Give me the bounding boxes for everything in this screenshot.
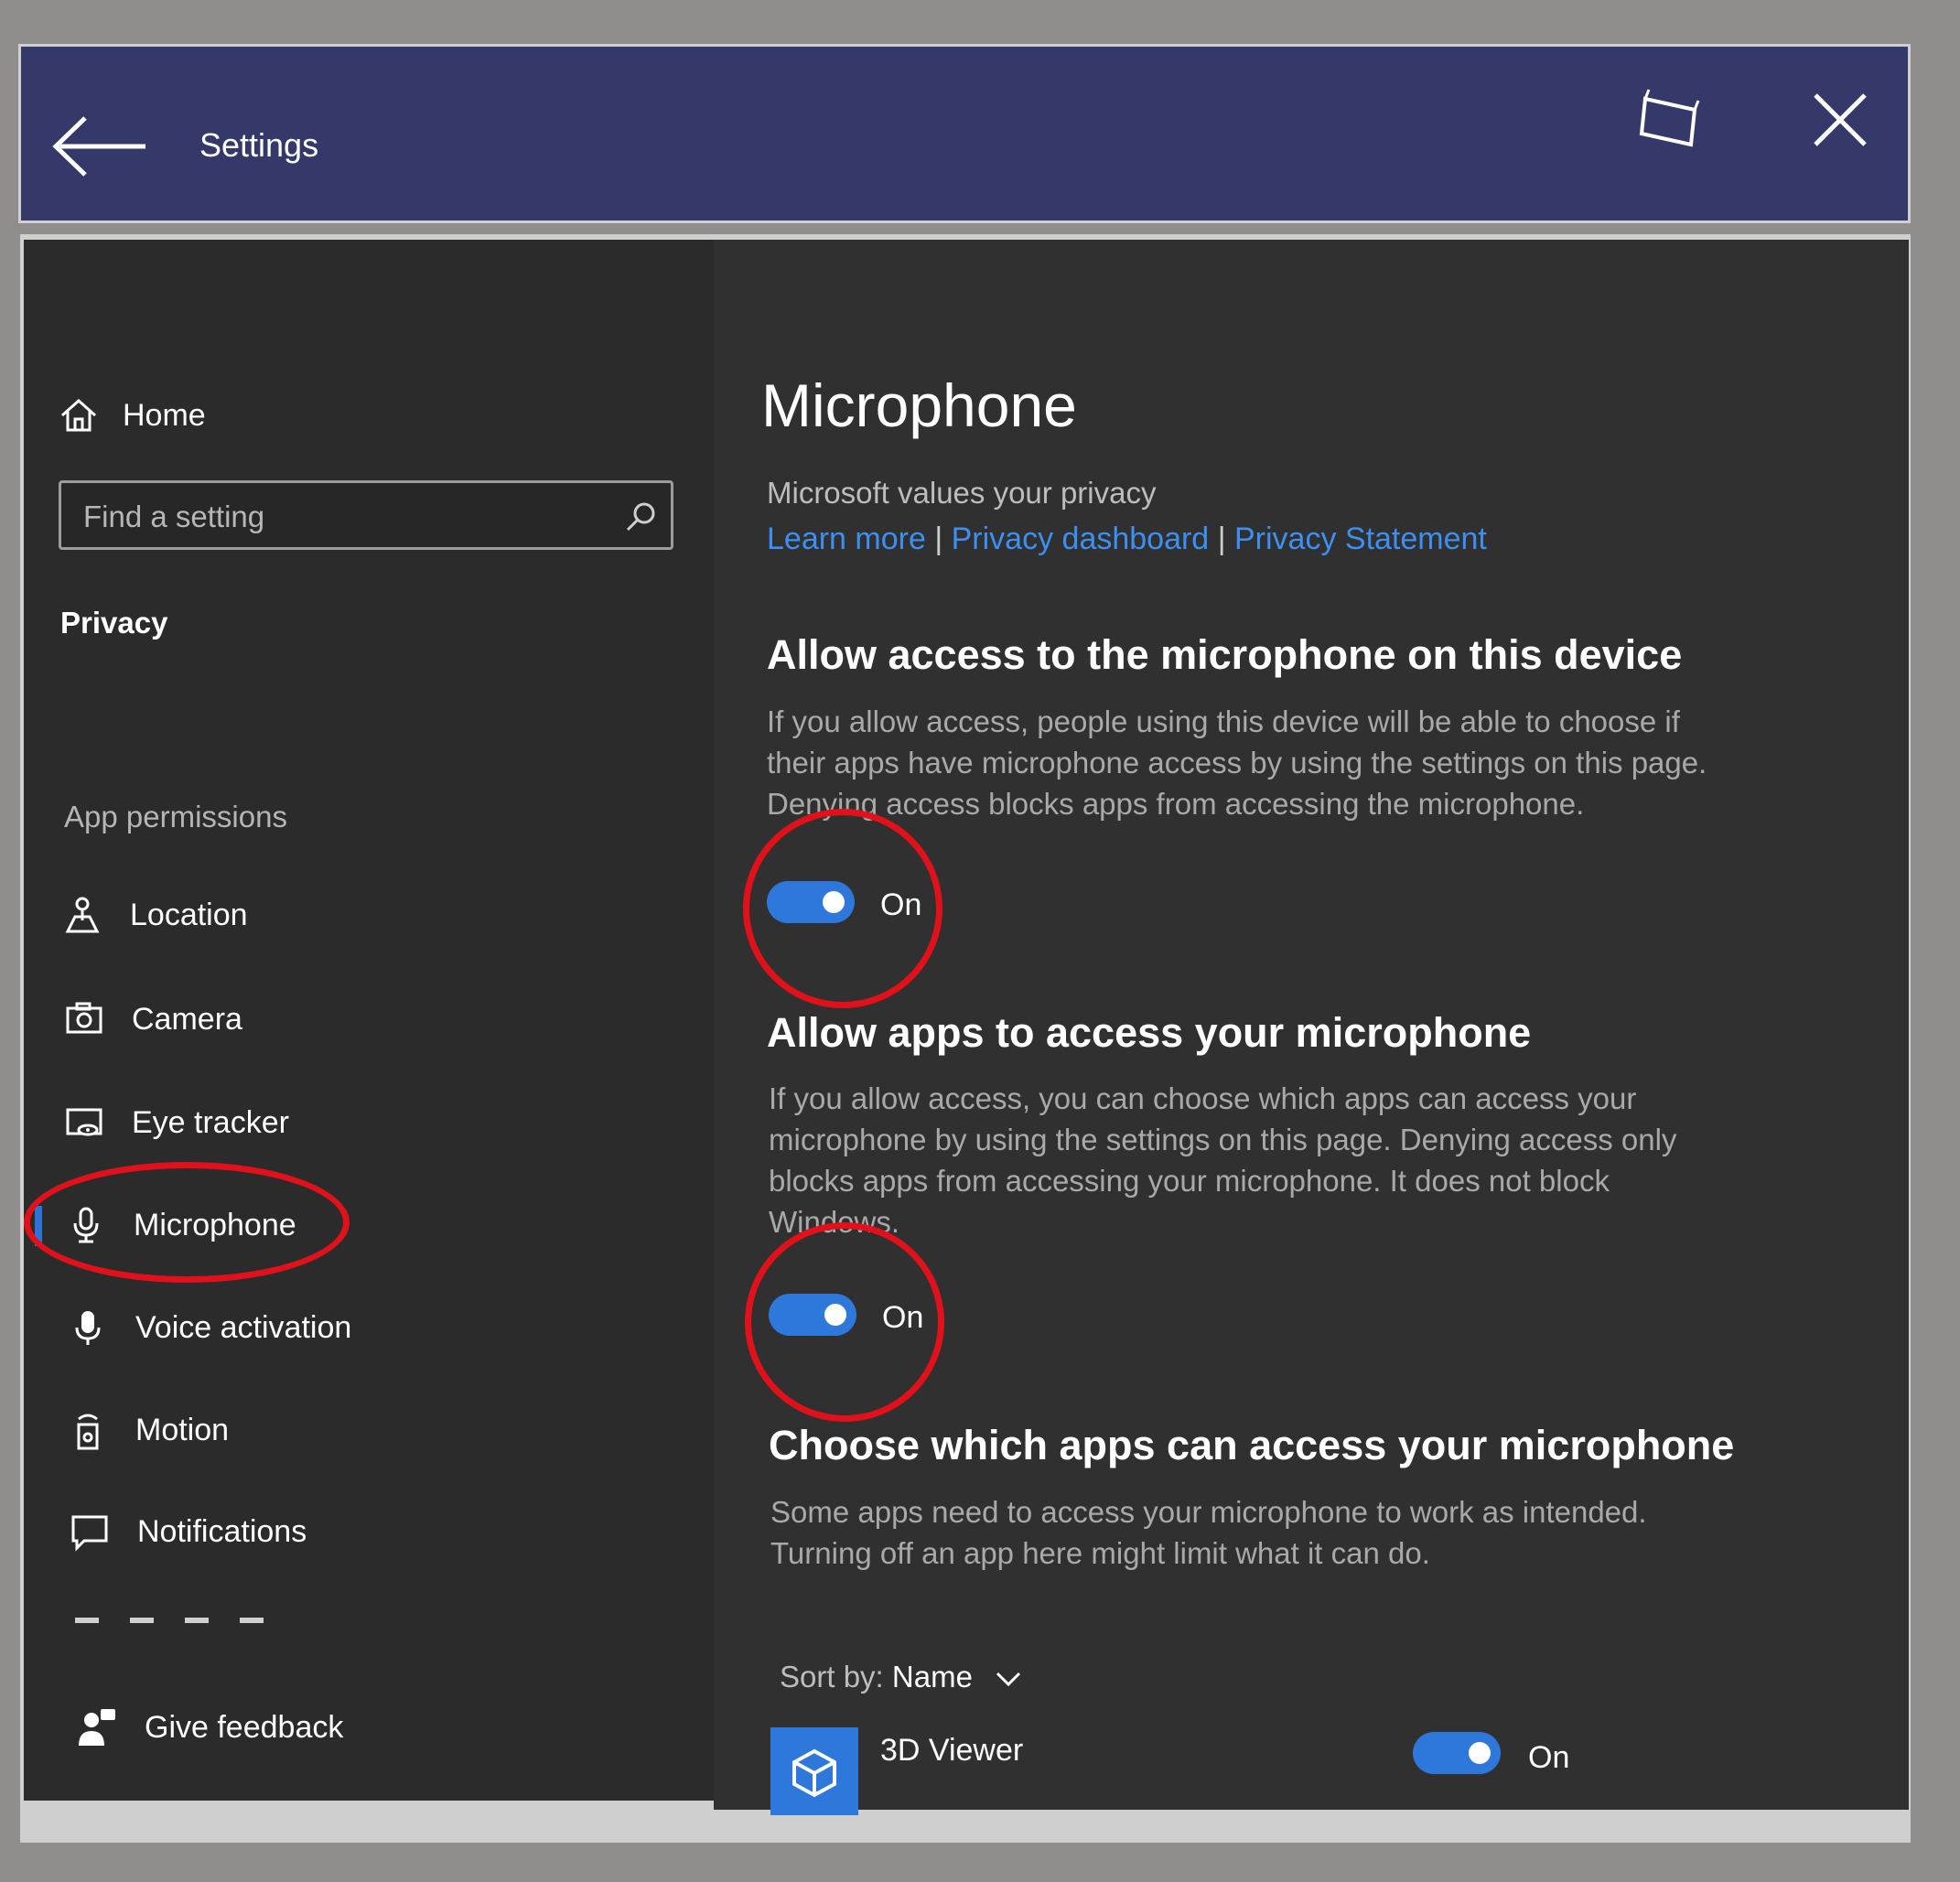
app-name: 3D Viewer xyxy=(880,1733,1024,1768)
search-input[interactable] xyxy=(81,492,598,542)
close-button[interactable] xyxy=(1810,90,1870,150)
privacy-intro: Microsoft values your privacy xyxy=(767,476,1157,510)
link-separator: | xyxy=(934,522,943,556)
description-line: Windows. xyxy=(769,1205,900,1239)
sidebar-item-notifications[interactable]: Notifications xyxy=(70,1511,307,1552)
search-box xyxy=(59,480,673,550)
scroll-cutoff-item xyxy=(75,1618,295,1623)
description-line: If you allow access, you can choose whic… xyxy=(769,1081,1637,1115)
motion-icon xyxy=(77,1414,99,1450)
description-line: their apps have microphone access by usi… xyxy=(767,746,1707,780)
app-access-description: If you allow access, you can choose whic… xyxy=(769,1078,1676,1242)
3d-viewer-icon xyxy=(792,1748,836,1798)
sidebar-item-motion[interactable]: Motion xyxy=(68,1410,229,1450)
device-access-toggle-state: On xyxy=(880,887,922,922)
sort-label: Sort by: xyxy=(780,1660,884,1694)
app-tile-3d-viewer xyxy=(770,1727,858,1815)
device-access-toggle[interactable] xyxy=(767,881,855,923)
page-title: Microphone xyxy=(761,371,1077,439)
sidebar-item-microphone[interactable]: Microphone xyxy=(66,1205,296,1245)
choose-apps-description: Some apps need to access your microphone… xyxy=(770,1491,1647,1574)
app-toggle-3d-viewer[interactable] xyxy=(1413,1732,1501,1774)
sidebar-item-home[interactable]: Home xyxy=(59,395,206,436)
privacy-links: Learn more | Privacy dashboard | Privacy… xyxy=(767,522,1487,557)
feedback-icon xyxy=(79,1709,115,1746)
app-access-toggle-state: On xyxy=(882,1300,924,1335)
window-mode-icon xyxy=(1639,89,1700,147)
voice-activation-icon xyxy=(75,1311,101,1345)
app-access-toggle[interactable] xyxy=(769,1294,856,1336)
description-line: If you allow access, people using this d… xyxy=(767,704,1680,738)
learn-more-link[interactable]: Learn more xyxy=(767,522,926,556)
sidebar-item-eye-tracker[interactable]: Eye tracker xyxy=(64,1102,289,1143)
sidebar-item-label: Eye tracker xyxy=(132,1104,289,1140)
app-access-heading: Allow apps to access your microphone xyxy=(767,1009,1532,1056)
sidebar-item-label: Camera xyxy=(132,1001,242,1037)
description-line: Denying access blocks apps from accessin… xyxy=(767,787,1585,821)
device-access-description: If you allow access, people using this d… xyxy=(767,701,1707,824)
chevron-down-icon xyxy=(996,1672,1021,1687)
description-line: microphone by using the settings on this… xyxy=(769,1123,1677,1156)
choose-apps-heading: Choose which apps can access your microp… xyxy=(769,1422,1735,1468)
sidebar-item-location[interactable]: Location xyxy=(62,895,248,935)
selected-indicator xyxy=(35,1206,42,1246)
sidebar-item-label: Notifications xyxy=(137,1513,307,1549)
sidebar-item-label: Home xyxy=(123,397,206,433)
back-button[interactable] xyxy=(50,114,151,178)
sidebar-item-label: Voice activation xyxy=(135,1309,352,1345)
sidebar-item-voice-activation[interactable]: Voice activation xyxy=(68,1307,351,1348)
window-title: Settings xyxy=(199,126,319,164)
sidebar-item-camera[interactable]: Camera xyxy=(64,999,242,1039)
app-toggle-state: On xyxy=(1528,1740,1570,1775)
link-separator: | xyxy=(1217,522,1226,556)
close-icon xyxy=(1814,93,1867,146)
sidebar-item-label: Microphone xyxy=(134,1207,296,1242)
description-line: Turning off an app here might limit what… xyxy=(770,1536,1430,1570)
device-access-heading: Allow access to the microphone on this d… xyxy=(767,631,1683,678)
notifications-icon xyxy=(71,1515,108,1552)
description-line: blocks apps from accessing your micropho… xyxy=(769,1164,1610,1198)
privacy-dashboard-link[interactable]: Privacy dashboard xyxy=(952,522,1210,556)
sidebar-item-label: Motion xyxy=(135,1412,230,1447)
privacy-statement-link[interactable]: Privacy Statement xyxy=(1234,522,1487,556)
sort-dropdown[interactable]: Sort by: Name xyxy=(780,1660,1023,1694)
window-mode-button[interactable] xyxy=(1632,86,1706,159)
home-icon xyxy=(61,398,96,432)
eye-tracker-icon xyxy=(66,1108,102,1136)
location-icon xyxy=(65,897,100,933)
section-title: Privacy xyxy=(60,606,168,640)
camera-icon xyxy=(66,1002,102,1034)
description-line: Some apps need to access your microphone… xyxy=(770,1495,1647,1529)
give-feedback-button[interactable]: Give feedback xyxy=(77,1707,343,1748)
app-permissions-heading: App permissions xyxy=(64,800,287,833)
sidebar-item-label: Location xyxy=(130,897,248,932)
give-feedback-label: Give feedback xyxy=(145,1709,344,1745)
arrow-left-icon xyxy=(52,116,145,177)
search-icon[interactable] xyxy=(623,500,658,534)
microphone-icon xyxy=(73,1207,99,1243)
sort-value: Name xyxy=(891,1660,973,1694)
